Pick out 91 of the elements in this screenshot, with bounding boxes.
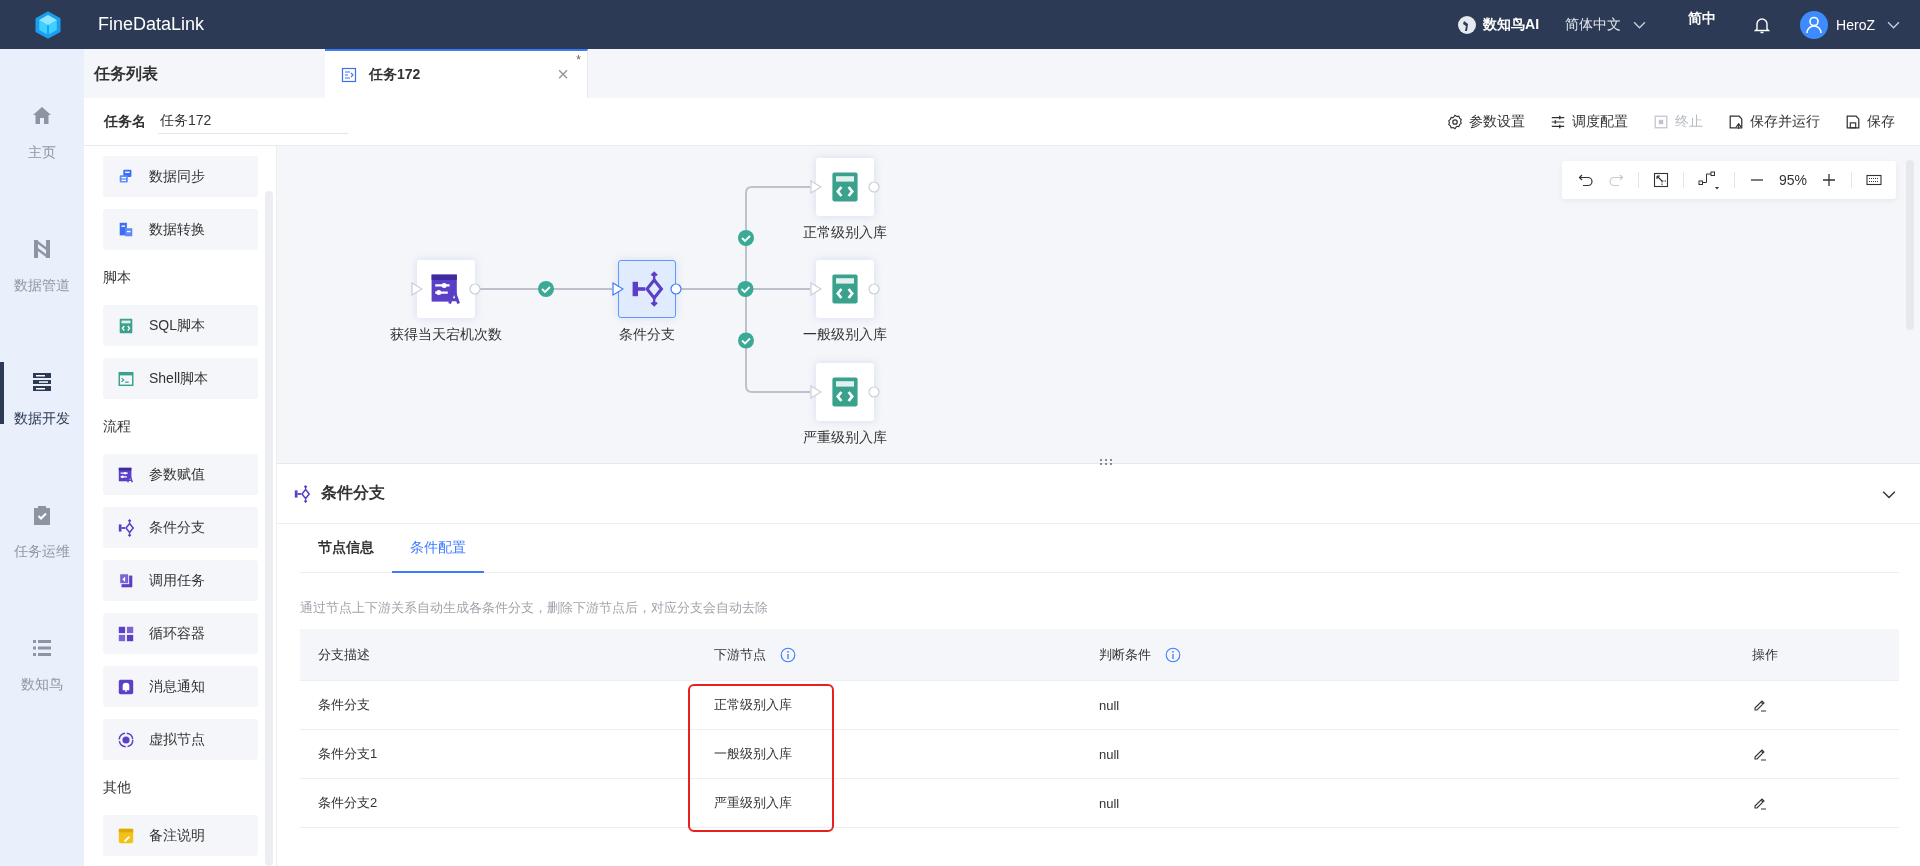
fit-view-icon[interactable] xyxy=(1652,172,1669,188)
ai-assistant-button[interactable]: 数知鸟AI xyxy=(1457,14,1540,35)
connector-style-icon[interactable] xyxy=(1697,170,1720,190)
node-label: 一般级别入库 xyxy=(803,326,887,344)
panel-tab[interactable]: 条件配置 xyxy=(392,524,484,573)
column-header: 操作 xyxy=(1752,645,1778,664)
panel-tab[interactable]: 节点信息 xyxy=(300,524,392,573)
table-cell: 严重级别入库 xyxy=(714,794,792,812)
flow-node[interactable] xyxy=(816,158,874,216)
hint-text: 通过节点上下游关系自动生成各条件分支，删除下游节点后，对应分支会自动去除 xyxy=(300,600,769,616)
table-cell: 正常级别入库 xyxy=(714,696,792,714)
node-label: 获得当天宕机次数 xyxy=(390,326,502,344)
sql-file-icon xyxy=(117,316,135,335)
save-run-icon xyxy=(1728,113,1744,130)
column-header: 判断条件 xyxy=(1099,645,1151,664)
parameter-icon xyxy=(117,465,135,484)
terminal-icon xyxy=(117,369,135,388)
language-dropdown[interactable]: 简体中文 xyxy=(1565,15,1647,34)
table-cell: 条件分支2 xyxy=(318,794,378,812)
palette-group-heading: 流程 xyxy=(103,417,132,436)
task-file-icon xyxy=(341,66,357,83)
gear-icon xyxy=(1447,113,1463,130)
palette-item[interactable]: Shell脚本 xyxy=(103,358,258,399)
table-cell: null xyxy=(1099,795,1120,811)
palette-item[interactable]: SQL脚本 xyxy=(103,305,258,346)
palette-item[interactable]: 虚拟节点 xyxy=(103,719,258,760)
save-icon xyxy=(1845,113,1861,130)
branch-icon xyxy=(117,518,135,537)
node-label: 条件分支 xyxy=(619,326,675,344)
sliders-icon xyxy=(1550,113,1566,130)
panel-title: 条件分支 xyxy=(321,483,385,503)
flow-node[interactable] xyxy=(417,260,475,318)
sliders-button[interactable]: 调度配置 xyxy=(1550,112,1628,131)
input-port-icon[interactable] xyxy=(810,180,822,194)
palette-item[interactable]: 消息通知 xyxy=(103,666,258,707)
palette-item[interactable]: 循环容器 xyxy=(103,613,258,654)
zoom-in-icon[interactable] xyxy=(1821,172,1837,188)
table-icon xyxy=(117,220,135,239)
flow-node[interactable] xyxy=(816,260,874,318)
bird-logo-icon xyxy=(1457,14,1478,35)
task-name-label: 任务名 xyxy=(104,112,146,131)
input-port-icon[interactable] xyxy=(810,282,822,296)
target-icon xyxy=(117,730,135,749)
flow-node[interactable] xyxy=(816,363,874,421)
node-label: 严重级别入库 xyxy=(803,429,887,447)
logo-icon xyxy=(33,9,63,40)
palette-item[interactable]: 条件分支 xyxy=(103,507,258,548)
nav-item[interactable]: 数据开发 xyxy=(0,362,84,432)
gear-button[interactable]: 参数设置 xyxy=(1447,112,1525,131)
avatar-icon xyxy=(1800,10,1829,39)
column-header: 分支描述 xyxy=(318,645,370,664)
undo-icon[interactable] xyxy=(1577,172,1594,188)
save-run-button[interactable]: 保存并运行 xyxy=(1728,112,1820,131)
unsaved-mark: * xyxy=(576,53,581,67)
column-header: 下游节点 xyxy=(714,645,766,664)
branch-icon xyxy=(293,484,311,503)
language-short-label: 简中 xyxy=(1688,9,1717,28)
palette-item[interactable]: 调用任务 xyxy=(103,560,258,601)
server-stack-icon xyxy=(30,370,54,394)
stop-icon xyxy=(1653,113,1669,130)
grid-icon xyxy=(117,624,135,643)
task-tab[interactable]: 任务172 × * xyxy=(325,49,588,98)
app-name: FineDataLink xyxy=(98,14,205,35)
palette-item[interactable]: 数据转换 xyxy=(103,209,258,250)
output-port-icon[interactable] xyxy=(670,283,682,295)
palette-group-heading: 脚本 xyxy=(103,268,132,287)
resize-handle[interactable] xyxy=(1098,458,1113,466)
note-icon xyxy=(117,826,135,845)
palette-item[interactable]: 备注说明 xyxy=(103,815,258,856)
input-port-icon[interactable] xyxy=(810,385,822,399)
info-icon[interactable] xyxy=(1165,646,1181,663)
table-cell: 条件分支1 xyxy=(318,745,378,763)
table-cell: 一般级别入库 xyxy=(714,745,792,763)
palette-item[interactable]: 数据同步 xyxy=(103,156,258,197)
task-call-icon xyxy=(117,571,135,590)
info-icon[interactable] xyxy=(780,646,796,663)
table-cell: null xyxy=(1099,697,1120,713)
palette-group-heading: 其他 xyxy=(103,778,132,797)
flow-node[interactable] xyxy=(618,260,676,318)
user-menu[interactable]: HeroZ xyxy=(1800,10,1900,39)
keyboard-icon[interactable] xyxy=(1866,172,1882,188)
palette-item[interactable]: 参数赋值 xyxy=(103,454,258,495)
task-list-title: 任务列表 xyxy=(92,64,159,84)
bell-icon xyxy=(117,677,135,696)
save-button[interactable]: 保存 xyxy=(1845,112,1895,131)
input-port-icon[interactable] xyxy=(411,282,423,296)
zoom-level: 95% xyxy=(1778,172,1807,188)
input-port-icon[interactable] xyxy=(612,282,624,296)
table-cell: 条件分支 xyxy=(318,696,370,714)
node-label: 正常级别入库 xyxy=(803,224,887,242)
table-cell: null xyxy=(1099,746,1120,762)
